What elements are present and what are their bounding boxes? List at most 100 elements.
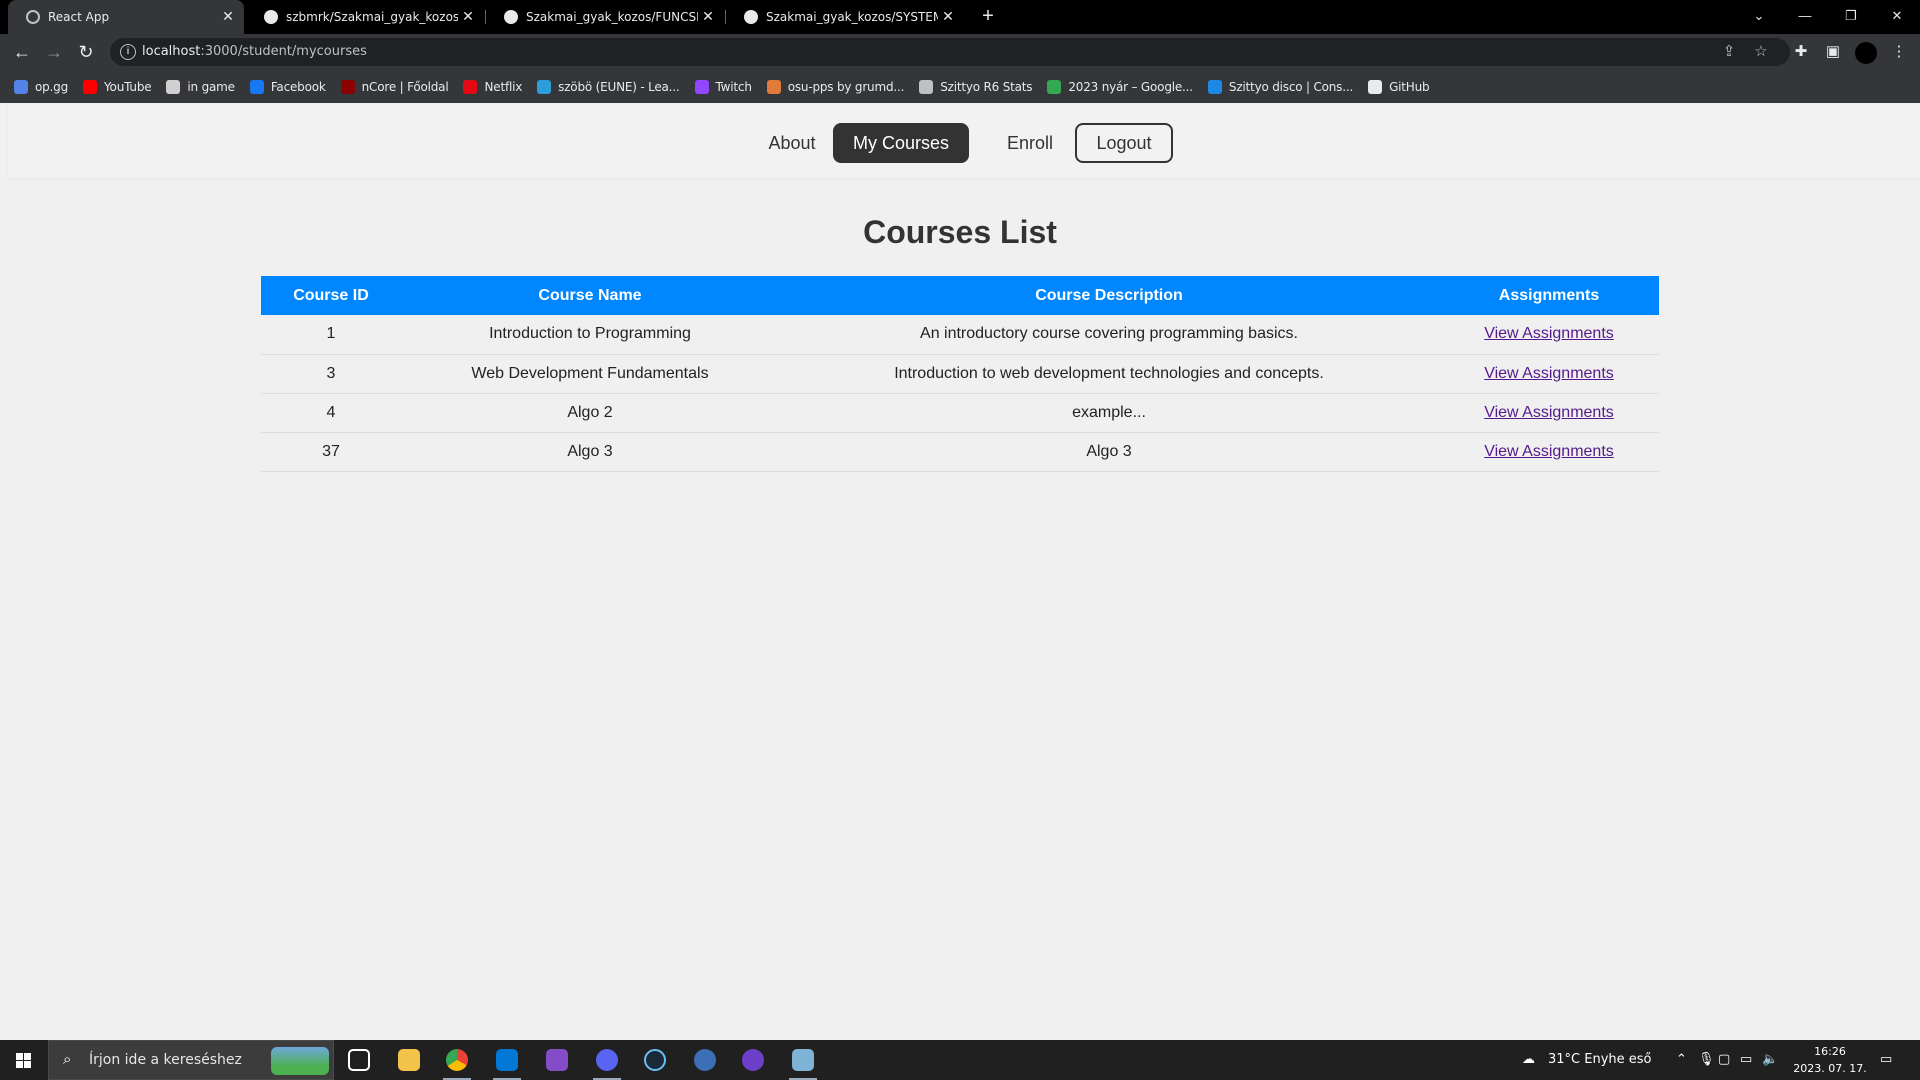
site-info-icon[interactable]: i xyxy=(120,44,136,60)
bookmark-item[interactable]: Netflix xyxy=(463,79,523,94)
new-tab-button[interactable]: + xyxy=(976,5,1000,29)
bookmark-item[interactable]: YouTube xyxy=(83,79,152,94)
bookmark-item[interactable]: op.gg xyxy=(14,79,69,94)
file-explorer-icon[interactable] xyxy=(386,1040,432,1080)
weather-text[interactable]: 31°C Enyhe eső xyxy=(1548,1040,1652,1080)
cell-course-description: Introduction to web development technolo… xyxy=(779,354,1439,394)
taskbar-search-box[interactable]: ⌕ Írjon ide a kereséshez xyxy=(48,1040,334,1080)
view-assignments-link[interactable]: View Assignments xyxy=(1484,365,1614,382)
bookmark-label: Szittyo R6 Stats xyxy=(940,79,1033,94)
bookmark-favicon-icon xyxy=(537,79,552,94)
bookmark-item[interactable]: szöbö (EUNE) - Lea... xyxy=(537,79,680,94)
bookmark-item[interactable]: Facebook xyxy=(249,79,326,94)
close-tab-icon[interactable]: ✕ xyxy=(938,9,958,25)
discord-icon[interactable] xyxy=(584,1040,630,1080)
nav-about-link[interactable]: About xyxy=(747,123,837,163)
volume-icon[interactable]: 🔈 xyxy=(1762,1040,1778,1080)
bookmark-item[interactable]: nCore | Főoldal xyxy=(340,79,449,94)
bookmark-label: 2023 nyár – Google... xyxy=(1068,79,1193,94)
qbittorrent-icon[interactable] xyxy=(682,1040,728,1080)
menu-icon[interactable]: ⋮ xyxy=(1888,41,1910,63)
table-row: 4 Algo 2 example... View Assignments xyxy=(261,393,1659,433)
browser-toolbar: ← → ↻ i localhost:3000/student/mycourses… xyxy=(0,34,1920,70)
close-tab-icon[interactable]: ✕ xyxy=(218,9,238,25)
bookmark-item[interactable]: Twitch xyxy=(694,79,752,94)
tab-github-funcspec[interactable]: Szakmai_gyak_kozos/FUNCSPEC ✕ xyxy=(486,0,724,34)
bookmark-item[interactable]: 2023 nyár – Google... xyxy=(1047,79,1193,94)
cell-course-name: Algo 2 xyxy=(401,393,779,433)
minimize-button[interactable]: — xyxy=(1782,0,1828,34)
bookmark-favicon-icon xyxy=(1207,79,1222,94)
microphone-icon[interactable]: 🎙 xyxy=(1698,1040,1715,1080)
close-tab-icon[interactable]: ✕ xyxy=(698,9,718,25)
url-host: localhost xyxy=(142,44,201,59)
bookmark-favicon-icon xyxy=(166,79,181,94)
close-tab-icon[interactable]: ✕ xyxy=(458,9,478,25)
bookmark-item[interactable]: Szittyo R6 Stats xyxy=(919,79,1033,94)
paint-icon[interactable] xyxy=(780,1040,826,1080)
tab-github-systemplan[interactable]: Szakmai_gyak_kozos/SYSTEMPLA ✕ xyxy=(726,0,964,34)
header-assignments: Assignments xyxy=(1439,276,1659,315)
bookmark-item[interactable]: in game xyxy=(166,79,235,94)
cell-course-description: example... xyxy=(779,393,1439,433)
tab-title: React App xyxy=(48,10,110,24)
bookmark-label: Szittyo disco | Cons... xyxy=(1228,79,1354,94)
bookmark-item[interactable]: osu-pps by grumd... xyxy=(766,79,904,94)
clock-time: 16:26 xyxy=(1814,1045,1846,1058)
tab-title: Szakmai_gyak_kozos/SYSTEMPLA xyxy=(766,10,938,24)
cell-assignments: View Assignments xyxy=(1439,432,1659,472)
bookmark-item[interactable]: GitHub xyxy=(1368,79,1430,94)
security-icon[interactable]: ▢ xyxy=(1718,1040,1734,1080)
bookmark-label: YouTube xyxy=(104,79,152,94)
share-icon[interactable]: ⇪ xyxy=(1720,43,1738,61)
close-window-button[interactable]: ✕ xyxy=(1874,0,1920,34)
visual-studio-icon[interactable] xyxy=(534,1040,580,1080)
reload-button[interactable]: ↻ xyxy=(74,41,98,65)
side-panel-icon[interactable]: ▣ xyxy=(1822,41,1844,63)
tray-overflow-icon[interactable]: ⌃ xyxy=(1676,1040,1688,1080)
nav-my-courses-link[interactable]: My Courses xyxy=(833,123,969,163)
bookmark-favicon-icon xyxy=(463,79,478,94)
view-assignments-link[interactable]: View Assignments xyxy=(1484,325,1614,342)
bookmark-item[interactable]: Szittyo disco | Cons... xyxy=(1207,79,1354,94)
view-assignments-link[interactable]: View Assignments xyxy=(1484,443,1614,460)
bookmark-label: op.gg xyxy=(35,79,69,94)
bookmark-label: GitHub xyxy=(1389,79,1430,94)
back-button[interactable]: ← xyxy=(10,41,34,65)
tab-react-app[interactable]: React App ✕ xyxy=(8,0,244,34)
table-row: 3 Web Development Fundamentals Introductio… xyxy=(261,354,1659,394)
bookmark-star-icon[interactable]: ☆ xyxy=(1752,43,1770,61)
network-icon[interactable]: ▭ xyxy=(1740,1040,1756,1080)
github-icon xyxy=(744,10,758,24)
address-bar[interactable]: i localhost:3000/student/mycourses ⇪ ☆ xyxy=(110,38,1790,66)
tab-github-repo[interactable]: szbmrk/Szakmai_gyak_kozos ✕ xyxy=(246,0,484,34)
clock-date: 2023. 07. 17. xyxy=(1793,1062,1867,1075)
logout-button[interactable]: Logout xyxy=(1075,123,1173,163)
taskbar-clock[interactable]: 16:26 2023. 07. 17. xyxy=(1786,1043,1874,1077)
steam-icon[interactable] xyxy=(632,1040,678,1080)
chrome-icon[interactable] xyxy=(434,1040,480,1080)
bookmark-label: Facebook xyxy=(270,79,326,94)
vscode-icon[interactable] xyxy=(484,1040,530,1080)
profile-avatar[interactable] xyxy=(1855,42,1877,64)
view-assignments-link[interactable]: View Assignments xyxy=(1484,404,1614,421)
tab-strip: React App ✕ szbmrk/Szakmai_gyak_kozos ✕ … xyxy=(0,0,1920,34)
extensions-icon[interactable]: ✚ xyxy=(1790,41,1812,63)
forward-button[interactable]: → xyxy=(42,41,66,65)
task-view-icon[interactable] xyxy=(336,1040,382,1080)
notifications-icon[interactable]: ▭ xyxy=(1880,1040,1900,1080)
bookmark-favicon-icon xyxy=(340,79,355,94)
nav-enroll-link[interactable]: Enroll xyxy=(985,123,1075,163)
courses-table: Course ID Course Name Course Description… xyxy=(261,276,1659,472)
windows-start-button[interactable] xyxy=(0,1040,46,1080)
weather-icon[interactable]: ☁ xyxy=(1522,1040,1542,1080)
bookmark-label: Netflix xyxy=(484,79,523,94)
cell-assignments: View Assignments xyxy=(1439,354,1659,394)
header-course-name: Course Name xyxy=(401,276,779,315)
github-desktop-icon[interactable] xyxy=(730,1040,776,1080)
windows-taskbar: ⌕ Írjon ide a kereséshez ☁ 31°C Enyhe es… xyxy=(0,1040,1920,1080)
tab-search-icon[interactable]: ⌄ xyxy=(1736,0,1782,34)
search-highlight-image xyxy=(271,1047,329,1075)
restore-button[interactable]: ❐ xyxy=(1828,0,1874,34)
tab-title: szbmrk/Szakmai_gyak_kozos xyxy=(286,10,458,24)
